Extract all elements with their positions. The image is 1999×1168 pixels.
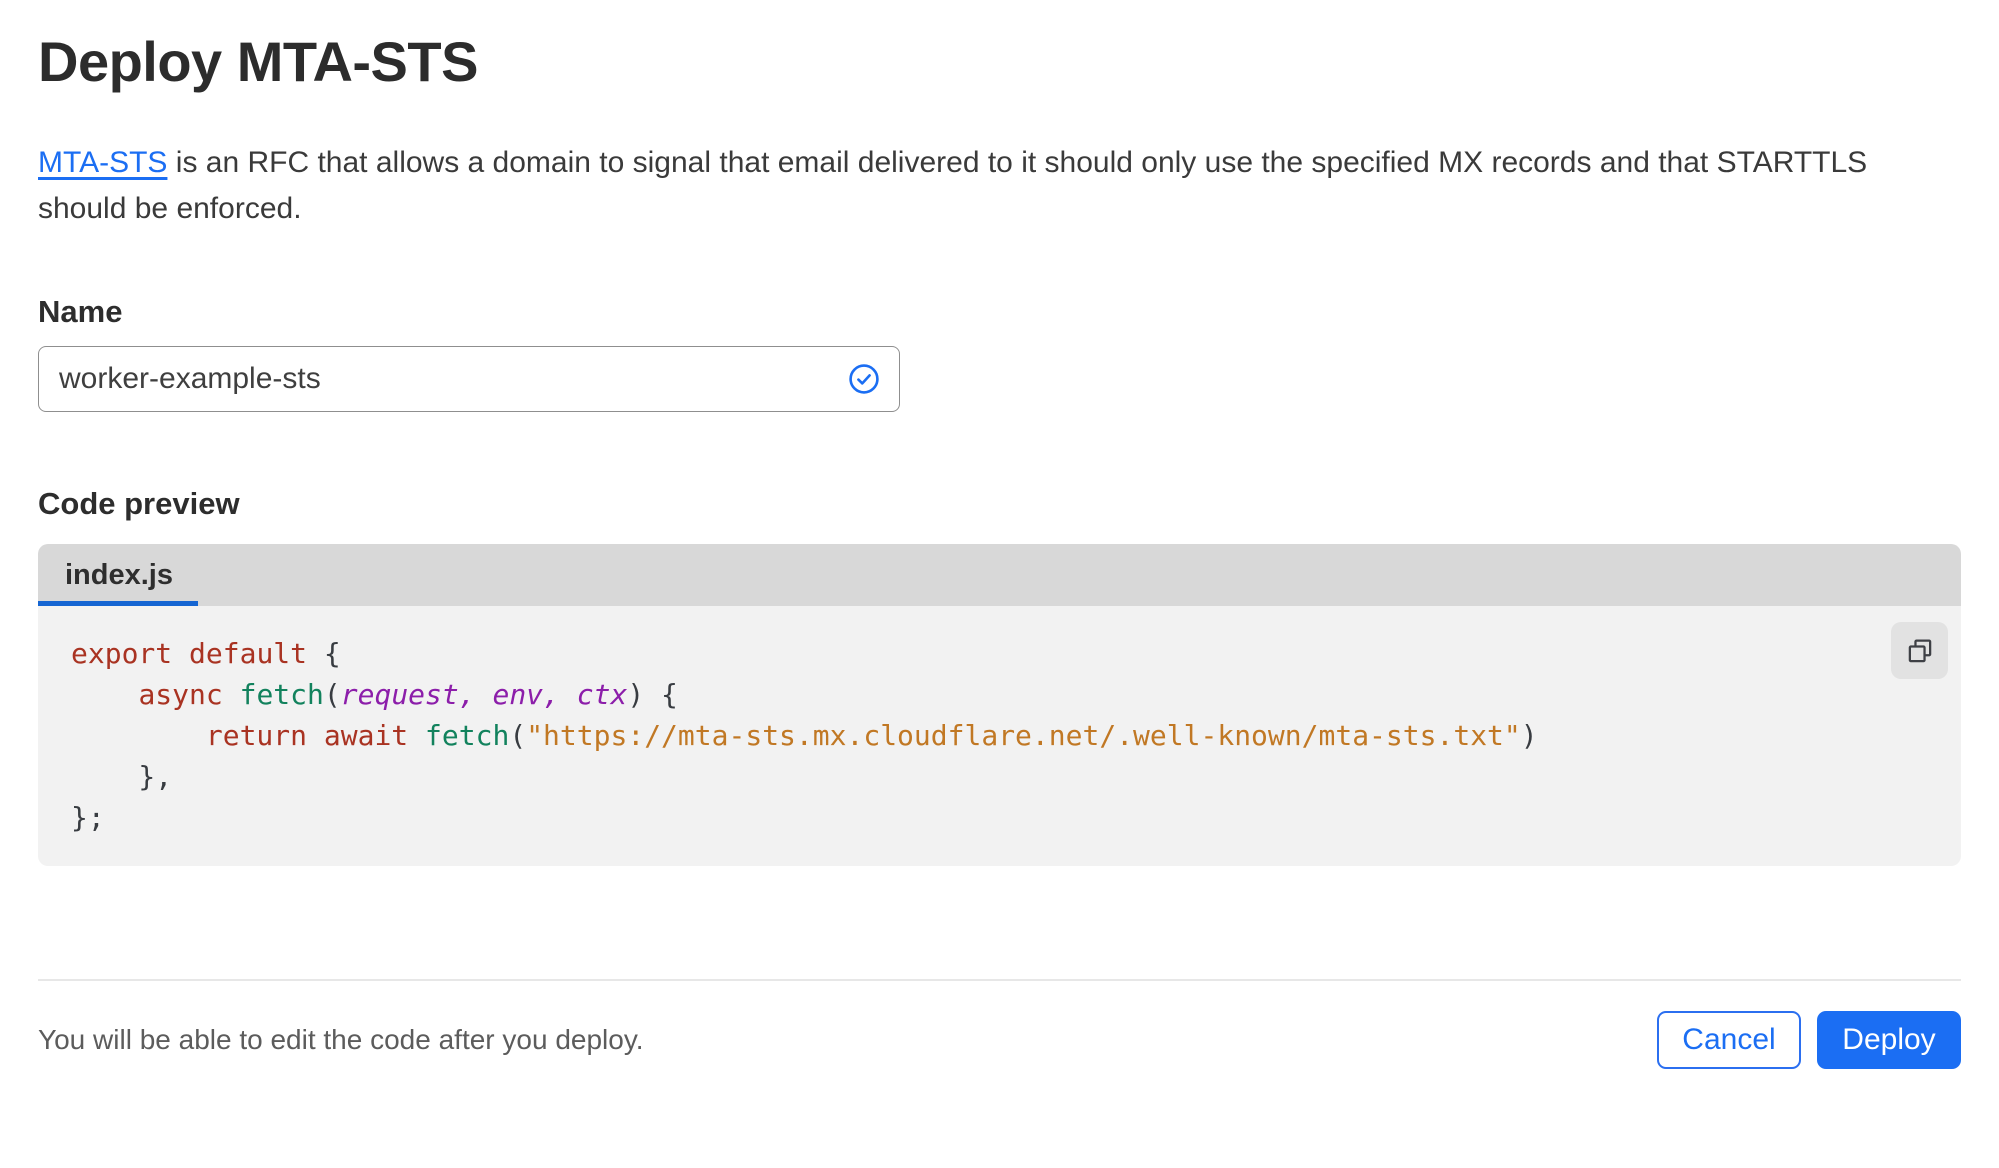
code-line: }, <box>71 760 173 793</box>
name-input[interactable] <box>59 347 847 411</box>
page-title: Deploy MTA-STS <box>38 30 478 93</box>
mta-sts-link[interactable]: MTA-STS <box>38 146 167 179</box>
code-tabbar: index.js <box>38 544 1961 606</box>
code-content: export default { async fetch(request, en… <box>71 633 1881 838</box>
code-line: }; <box>71 801 105 834</box>
tab-label: index.js <box>65 558 173 591</box>
footer-actions: Cancel Deploy <box>1657 1011 1961 1069</box>
copy-code-button[interactable] <box>1891 622 1948 679</box>
name-label: Name <box>38 294 123 329</box>
tab-index-js[interactable]: index.js <box>38 544 198 606</box>
footer: You will be able to edit the code after … <box>38 981 1961 1069</box>
check-circle-icon <box>847 362 881 396</box>
footer-note: You will be able to edit the code after … <box>38 1024 644 1055</box>
cancel-button[interactable]: Cancel <box>1657 1011 1801 1069</box>
copy-icon <box>1904 635 1936 667</box>
code-area: export default { async fetch(request, en… <box>38 606 1961 866</box>
code-line: async fetch(request, env, ctx) { <box>138 678 678 711</box>
code-preview-block: index.js export default { async fetch(re… <box>38 544 1961 866</box>
code-preview-label: Code preview <box>38 486 240 521</box>
deploy-mta-sts-page: Deploy MTA-STS MTA-STS is an RFC that al… <box>0 30 1999 1168</box>
code-line: return await fetch("https://mta-sts.mx.c… <box>205 719 1538 752</box>
description-text: is an RFC that allows a domain to signal… <box>38 146 1868 225</box>
name-input-wrap <box>38 346 900 412</box>
deploy-button[interactable]: Deploy <box>1817 1011 1961 1069</box>
description: MTA-STS is an RFC that allows a domain t… <box>38 140 1943 232</box>
code-line: export default { <box>71 637 341 670</box>
